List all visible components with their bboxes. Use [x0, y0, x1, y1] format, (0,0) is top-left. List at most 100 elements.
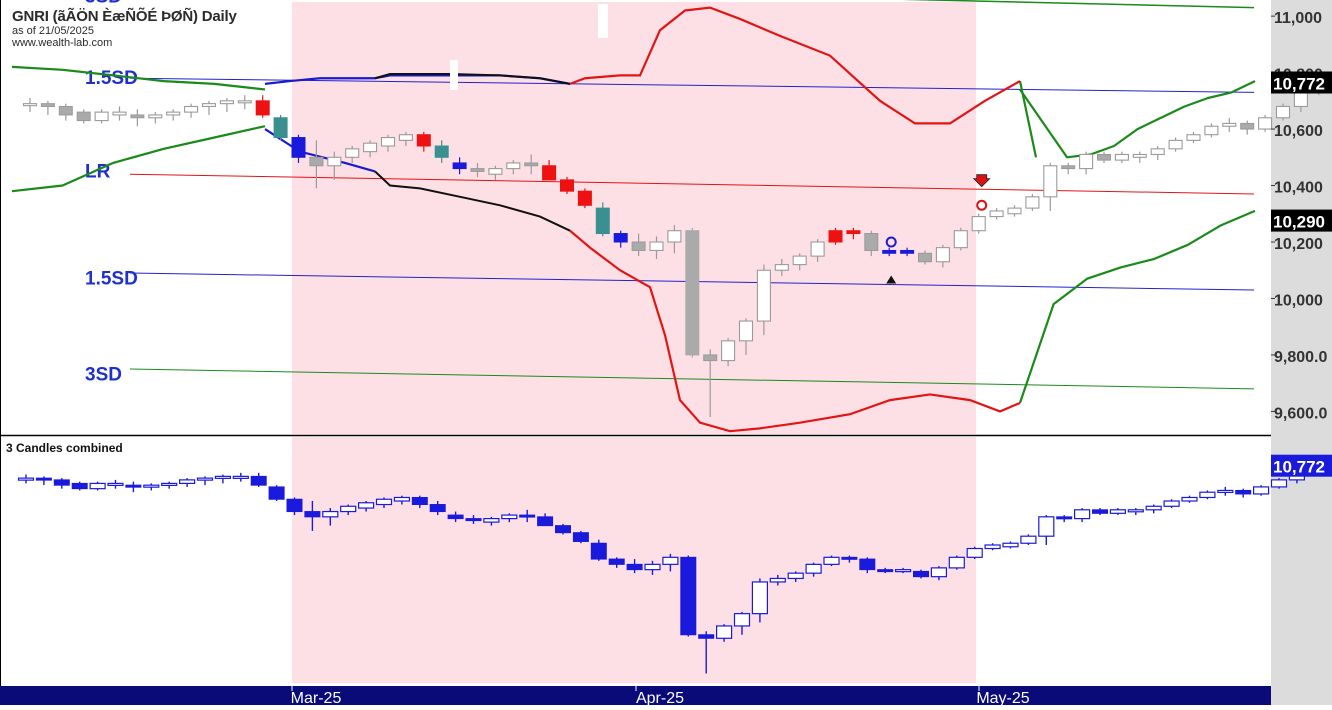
main-candle-body-53: [971, 216, 986, 232]
main-candle-body-33: [613, 233, 628, 243]
y-tick-label-4: 10,200: [1274, 236, 1323, 253]
x-tick-label-2: May-25: [976, 690, 1029, 705]
main-candle-body-70: [1275, 105, 1291, 119]
lower-candle-body-70: [1270, 479, 1288, 488]
lower-candle-body-25: [465, 518, 482, 522]
main-candle-body-28: [524, 162, 539, 167]
lower-candle-body-39: [715, 625, 733, 639]
source-link[interactable]: www.wealth-lab.com: [12, 37, 237, 49]
y-tick-label-7: 9,600.0: [1274, 405, 1327, 422]
lower-candle-body-18: [340, 505, 357, 513]
green-band-lower-right: [1018, 209, 1256, 404]
main-candle-body-62: [1132, 153, 1147, 158]
lower-candle-body-33: [608, 558, 625, 565]
main-candle-body-23: [434, 145, 449, 158]
lower-candle-body-61: [1109, 509, 1127, 514]
main-candle-body-39: [721, 340, 736, 362]
y-tick-label-2: 10,600: [1274, 123, 1323, 140]
main-candle-body-35: [649, 241, 664, 252]
main-candle-body-0: [22, 103, 38, 107]
main-candle-body-12: [237, 100, 252, 104]
main-candle-body-42: [774, 264, 789, 271]
lower-candle-body-56: [1020, 535, 1037, 544]
lower-candle-body-2: [53, 479, 70, 486]
main-candle-body-48: [882, 249, 897, 254]
main-candle-body-67: [1222, 122, 1237, 127]
main-candle-body-66: [1204, 125, 1219, 136]
main-candle-body-57: [1043, 165, 1058, 198]
main-candle-body-52: [953, 230, 968, 249]
lower-candle-body-16: [304, 511, 321, 518]
lower-candle-body-12: [232, 475, 249, 479]
main-candle-body-16: [309, 156, 324, 167]
main-candle-body-13: [255, 100, 270, 116]
main-candle-body-20: [380, 136, 396, 147]
lower-candle-body-67: [1217, 489, 1234, 494]
x-tick-label-1: Apr-25: [636, 690, 684, 705]
lower-candle-body-3: [71, 482, 88, 490]
lower-candle-body-65: [1181, 496, 1198, 502]
chart-header: GNRI (ãÃÖN ÈæÑÕÉ ÞØÑ) Daily as of 21/05/…: [12, 8, 237, 49]
lower-candle-body-66: [1199, 491, 1216, 499]
lower-candle-body-45: [823, 556, 840, 565]
main-candle-body-41: [756, 269, 771, 322]
main-candle-body-19: [363, 142, 378, 153]
lower-candle-body-40: [733, 613, 751, 627]
lower-candle-body-6: [125, 484, 142, 488]
main-candle-body-22: [416, 134, 431, 147]
main-candle-body-18: [345, 148, 360, 158]
main-candle-body-8: [166, 111, 181, 116]
main-candle-body-54: [989, 210, 1004, 218]
regression-price-tag: 10,290: [1273, 213, 1325, 232]
lower-candle-body-49: [894, 569, 912, 573]
lower-candle-body-52: [948, 556, 965, 569]
main-candle-body-43: [792, 255, 807, 266]
x-tick-label-0: Mar-25: [291, 690, 342, 705]
green-band-drop: [1018, 80, 1038, 158]
main-candle-body-65: [1186, 134, 1201, 141]
main-candle-body-31: [577, 190, 592, 206]
lower-candle-body-0: [17, 477, 35, 481]
lower-candle-body-30: [555, 525, 571, 534]
lower-candle-body-38: [698, 634, 715, 639]
main-candle-body-51: [935, 247, 950, 263]
lower-candle-body-26: [483, 517, 500, 523]
main-candle-body-25: [470, 168, 485, 172]
main-candle-body-6: [130, 114, 145, 119]
main-candle-body-37: [685, 230, 700, 356]
lower-candle-body-54: [984, 544, 1001, 550]
lower-candle-body-9: [179, 479, 196, 485]
lower-candle-body-50: [913, 570, 929, 578]
main-candle-body-27: [506, 162, 521, 170]
price-chart-svg: 1.5SDLR1.5SD3SD3SD11,00010,80010,60010,4…: [0, 0, 1332, 707]
main-candle-body-26: [488, 168, 503, 175]
band-label-1: LR: [85, 161, 111, 182]
main-candle-body-58: [1061, 165, 1076, 170]
main-candle-body-49: [900, 249, 915, 254]
lower-candle-body-17: [322, 510, 339, 518]
band-label-top: 3SD: [85, 0, 122, 7]
main-candle-body-63: [1150, 148, 1165, 156]
lower-candle-body-41: [751, 581, 769, 615]
band-label-2: 1.5SD: [85, 269, 138, 290]
lower-candle-body-29: [537, 516, 554, 527]
main-candle-body-30: [560, 179, 574, 192]
highlight-region-main: [292, 2, 976, 434]
lower-candle-body-64: [1163, 500, 1180, 507]
lower-candle-body-14: [268, 486, 285, 500]
lower-candle-body-42: [769, 577, 786, 583]
main-candle-body-32: [595, 207, 610, 235]
main-candle-body-45: [828, 230, 843, 243]
lower-candle-body-44: [805, 563, 822, 574]
lower-candle-body-68: [1235, 489, 1252, 495]
chart-root: 1.5SDLR1.5SD3SD3SD11,00010,80010,60010,4…: [0, 0, 1332, 707]
lower-candle-body-48: [877, 569, 894, 573]
as-of-date: as of 21/05/2025: [12, 25, 94, 37]
main-candle-body-69: [1258, 117, 1273, 130]
main-candle-body-36: [667, 230, 682, 243]
lower-candle-body-22: [411, 496, 428, 506]
lower-candle-body-10: [196, 477, 214, 481]
main-candle-body-46: [846, 230, 861, 235]
lower-candle-body-13: [250, 475, 267, 486]
lower-candle-body-21: [393, 496, 410, 502]
